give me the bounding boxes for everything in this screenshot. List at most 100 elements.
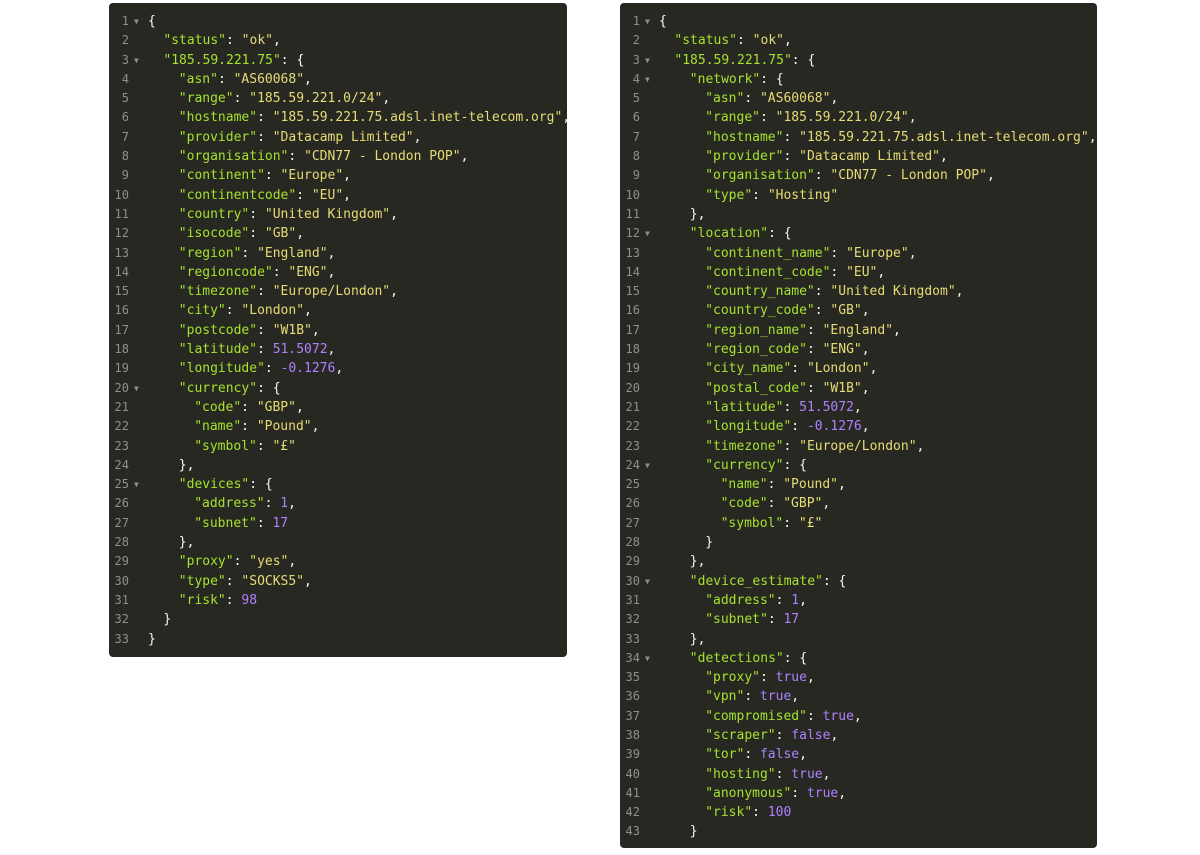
code-line[interactable]: 31 "address": 1, — [620, 591, 1097, 610]
code-line[interactable]: 22 "longitude": -0.1276, — [620, 417, 1097, 436]
code-line[interactable]: 27 "symbol": "£" — [620, 514, 1097, 533]
code-line[interactable]: 28}, — [109, 533, 567, 552]
fold-arrow-icon[interactable]: ▼ — [134, 379, 139, 398]
code-line[interactable]: 6 "hostname": "185.59.221.75.adsl.inet-te… — [109, 108, 570, 127]
fold-arrow-icon[interactable]: ▼ — [134, 12, 139, 31]
code-content: "address": 1, — [194, 494, 296, 513]
code-line[interactable]: 19 "longitude": -0.1276, — [109, 359, 567, 378]
code-line[interactable]: 5 "asn": "AS60068", — [620, 89, 1097, 108]
json-punctuation: : — [233, 91, 250, 107]
json-key: "continent_name" — [705, 245, 831, 261]
code-line[interactable]: 2 "status": "ok", — [620, 31, 1097, 50]
code-line[interactable]: 23 "timezone": "Europe/London", — [620, 437, 1097, 456]
code-line[interactable]: 14 "continent_code": "EU", — [620, 263, 1097, 282]
code-line[interactable]: 28} — [620, 533, 1097, 552]
code-line[interactable]: 6 "range": "185.59.221.0/24", — [620, 108, 1097, 127]
code-line[interactable]: 4 "asn": "AS60068", — [109, 70, 567, 89]
code-line[interactable]: 24}, — [109, 456, 567, 475]
code-line[interactable]: 21 "code": "GBP", — [109, 398, 567, 417]
code-line[interactable]: 2 "status": "ok", — [109, 31, 567, 50]
code-line[interactable]: 26 "address": 1, — [109, 494, 567, 513]
code-line[interactable]: 35 "proxy": true, — [620, 668, 1097, 687]
code-line[interactable]: 43} — [620, 822, 1097, 841]
code-line[interactable]: 13 "region": "England", — [109, 244, 567, 263]
code-line[interactable]: 11}, — [620, 205, 1097, 224]
code-line[interactable]: 16 "city": "London", — [109, 301, 567, 320]
code-line[interactable]: 31 "risk": 98 — [109, 591, 567, 610]
code-line[interactable]: 3 ▼ "185.59.221.75": { — [620, 51, 1097, 70]
code-line[interactable]: 32 "subnet": 17 — [620, 610, 1097, 629]
code-line[interactable]: 26 "code": "GBP", — [620, 494, 1097, 513]
fold-arrow-icon[interactable]: ▼ — [134, 51, 139, 70]
code-line[interactable]: 8 "organisation": "CDN77 - London POP", — [109, 147, 567, 166]
code-line[interactable]: 38 "scraper": false, — [620, 726, 1097, 745]
code-line[interactable]: 29 "proxy": "yes", — [109, 552, 567, 571]
json-key: "provider" — [178, 129, 258, 145]
code-line[interactable]: 13 "continent_name": "Europe", — [620, 244, 1097, 263]
code-line[interactable]: 32} — [109, 610, 567, 629]
json-editor-right[interactable]: 1 ▼{2 "status": "ok", 3 ▼ "185.59.221.75": {4… — [620, 3, 1097, 848]
code-line[interactable]: 1 ▼ { — [620, 12, 1097, 31]
code-line[interactable]: 41 "anonymous": true, — [620, 784, 1097, 803]
code-line[interactable]: 20 ▼ "currency": { — [109, 379, 567, 398]
code-line[interactable]: 12 "isocode": "GB", — [109, 224, 567, 243]
fold-arrow-icon[interactable]: ▼ — [645, 51, 650, 70]
fold-arrow-icon[interactable]: ▼ — [645, 456, 650, 475]
fold-arrow-icon[interactable]: ▼ — [645, 572, 650, 591]
code-line[interactable]: 15 "country_name": "United Kingdom", — [620, 282, 1097, 301]
code-line[interactable]: 16 "country_code": "GB", — [620, 301, 1097, 320]
code-line[interactable]: 10 "type": "Hosting" — [620, 186, 1097, 205]
code-line[interactable]: 12 ▼ "location": { — [620, 224, 1097, 243]
code-line[interactable]: 8 "provider": "Datacamp Limited", — [620, 147, 1097, 166]
code-line[interactable]: 14 "regioncode": "ENG", — [109, 263, 567, 282]
code-line[interactable]: 40 "hosting": true, — [620, 765, 1097, 784]
line-number: 20 — [114, 380, 129, 395]
code-line[interactable]: 25 "name": "Pound", — [620, 475, 1097, 494]
code-line[interactable]: 42 "risk": 100 — [620, 803, 1097, 822]
json-punctuation: , — [853, 399, 862, 415]
code-line[interactable]: 5 "range": "185.59.221.0/24", — [109, 89, 567, 108]
json-boolean: false — [791, 727, 831, 743]
code-line[interactable]: 37 "compromised": true, — [620, 707, 1097, 726]
code-line[interactable]: 33}, — [620, 630, 1097, 649]
code-line[interactable]: 33} — [109, 630, 567, 649]
code-line[interactable]: 24 ▼ "currency": { — [620, 456, 1097, 475]
code-line[interactable]: 21 "latitude": 51.5072, — [620, 398, 1097, 417]
code-line[interactable]: 17 "region_name": "England", — [620, 321, 1097, 340]
code-line[interactable]: 11 "country": "United Kingdom", — [109, 205, 567, 224]
code-line[interactable]: 29}, — [620, 552, 1097, 571]
fold-arrow-icon[interactable]: ▼ — [645, 70, 650, 89]
line-number: 16 — [625, 303, 640, 318]
code-line[interactable]: 7 "hostname": "185.59.221.75.adsl.inet-te… — [620, 128, 1097, 147]
code-line[interactable]: 36 "vpn": true, — [620, 687, 1097, 706]
json-editor-left[interactable]: 1 ▼{2 "status": "ok", 3 ▼ "185.59.221.75": {4… — [109, 3, 570, 657]
code-line[interactable]: 19 "city_name": "London", — [620, 359, 1097, 378]
fold-arrow-icon[interactable]: ▼ — [134, 475, 139, 494]
code-line[interactable]: 30 ▼ "device_estimate": { — [620, 572, 1097, 591]
code-line[interactable]: 7 "provider": "Datacamp Limited", — [109, 128, 567, 147]
code-line[interactable]: 3 ▼ "185.59.221.75": { — [109, 51, 567, 70]
code-line[interactable]: 27 "subnet": 17 — [109, 514, 567, 533]
code-line[interactable]: 30 "type": "SOCKS5", — [109, 572, 567, 591]
json-punctuation: : — [744, 689, 760, 705]
code-line[interactable]: 17 "postcode": "W1B", — [109, 321, 567, 340]
code-line[interactable]: 9 "continent": "Europe", — [109, 166, 567, 185]
fold-arrow-icon[interactable]: ▼ — [645, 12, 650, 31]
code-line[interactable]: 9 "organisation": "CDN77 - London POP", — [620, 166, 1097, 185]
code-line[interactable]: 10 "continentcode": "EU", — [109, 186, 567, 205]
json-string: "London" — [806, 361, 870, 377]
code-line[interactable]: 18 "latitude": 51.5072, — [109, 340, 567, 359]
fold-arrow-icon[interactable]: ▼ — [645, 649, 650, 668]
code-line[interactable]: 23 "symbol": "£" — [109, 437, 567, 456]
code-line[interactable]: 1 ▼ { — [109, 12, 567, 31]
code-line[interactable]: 22 "name": "Pound", — [109, 417, 567, 436]
code-line[interactable]: 25 ▼ "devices": { — [109, 475, 567, 494]
code-line[interactable]: 15 "timezone": "Europe/London", — [109, 282, 567, 301]
code-line[interactable]: 20 "postal_code": "W1B", — [620, 379, 1097, 398]
code-line[interactable]: 34 ▼ "detections": { — [620, 649, 1097, 668]
code-line[interactable]: 39 "tor": false, — [620, 745, 1097, 764]
code-line[interactable]: 18 "region_code": "ENG", — [620, 340, 1097, 359]
code-line[interactable]: 4 ▼ "network": { — [620, 70, 1097, 89]
fold-arrow-icon[interactable]: ▼ — [645, 224, 650, 243]
code-content: "code": "GBP", — [721, 494, 831, 513]
